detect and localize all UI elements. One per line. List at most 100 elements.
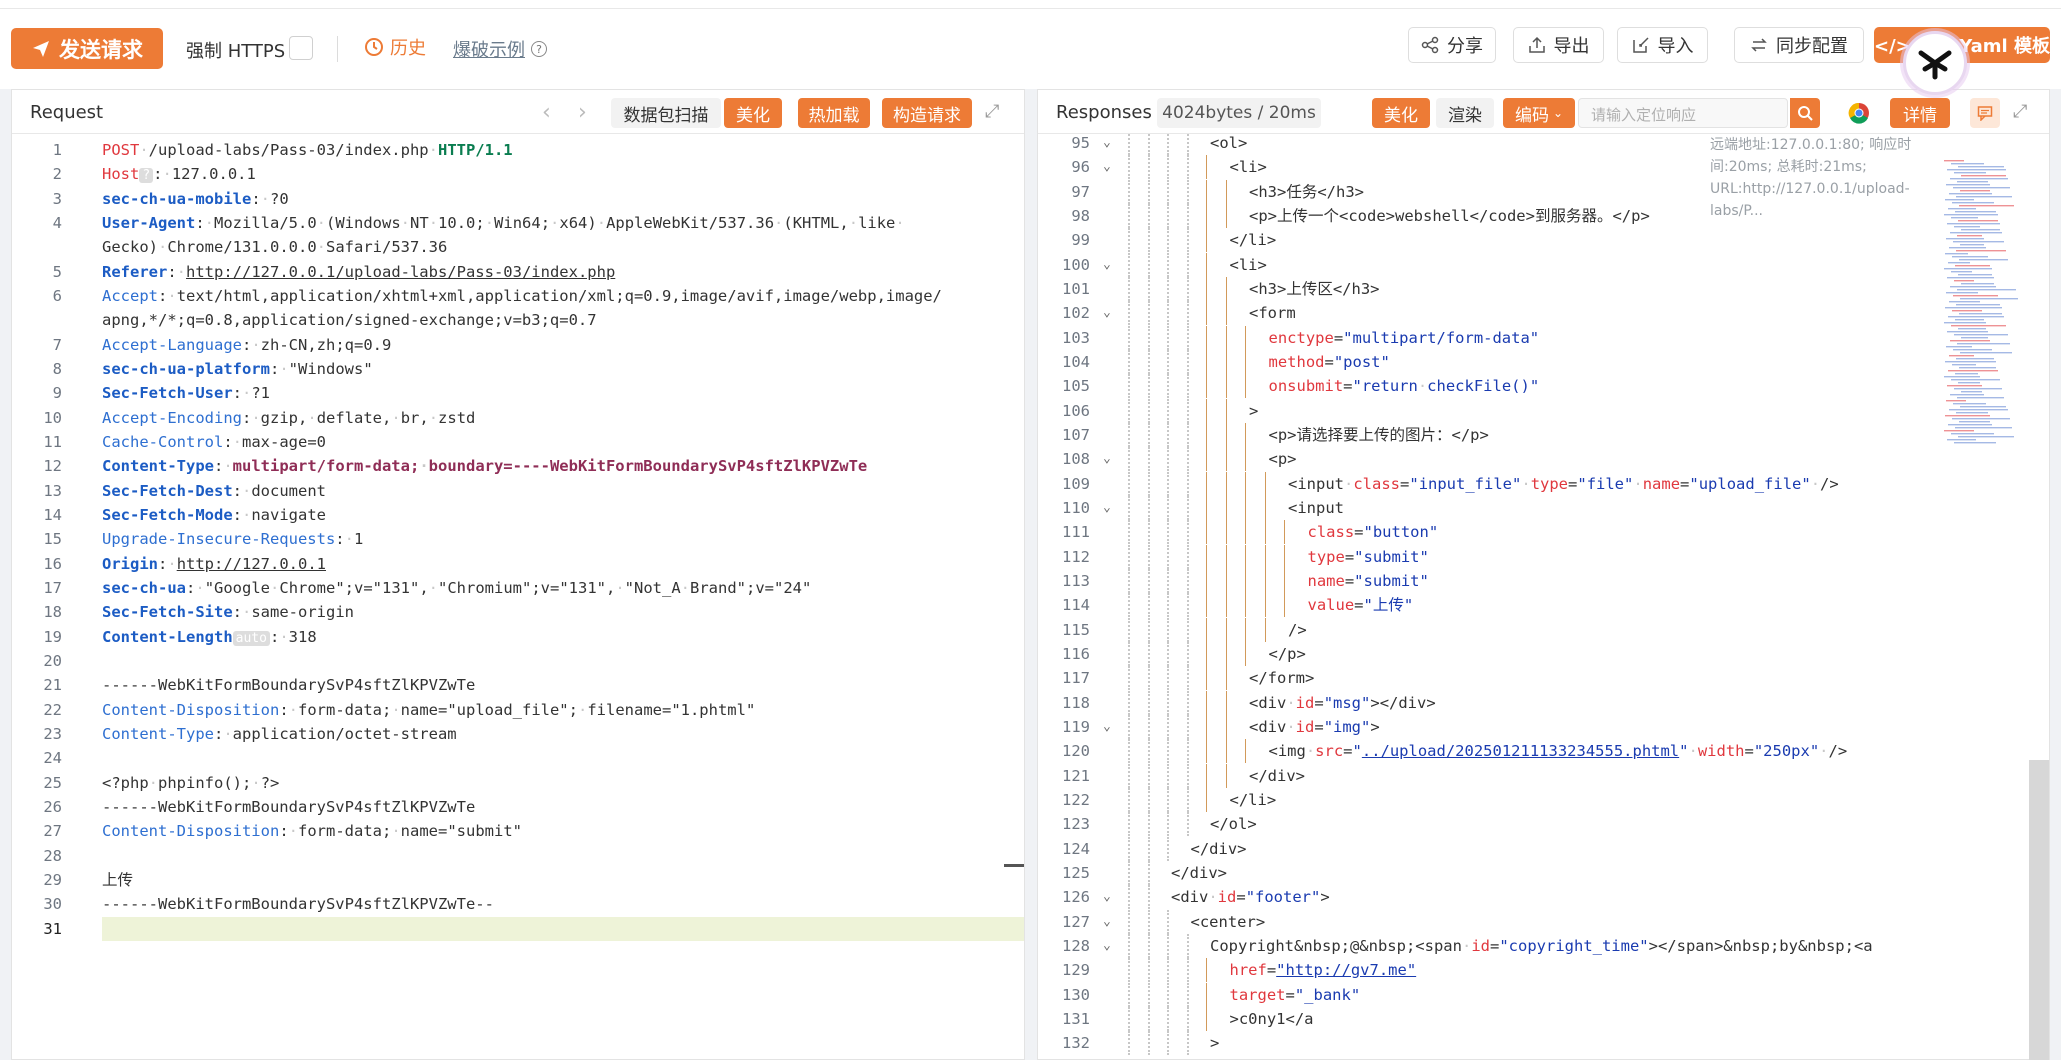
indent-guide [1186, 593, 1189, 618]
fold-toggle-icon[interactable]: ⌄ [1103, 885, 1117, 909]
request-line: 18 Sec-Fetch-Site:·same-origin [12, 600, 1024, 624]
brute-force-example-link[interactable]: 爆破示例 ? [453, 36, 547, 62]
fold-toggle-icon[interactable]: ⌄ [1103, 447, 1117, 471]
fold-toggle-icon[interactable]: ⌄ [1103, 910, 1117, 934]
response-line-text: >c0ny1</a [1229, 1009, 1314, 1028]
minimap-line [1944, 160, 1964, 162]
indent-guide [1128, 982, 1130, 1007]
indent-guide [1206, 252, 1207, 277]
force-https-checkbox[interactable] [289, 36, 313, 60]
request-line: 10 Accept-Encoding:·gzip,·deflate,·br,·zs… [12, 406, 1024, 430]
share-button[interactable]: 分享 [1408, 27, 1496, 63]
minimap-line [1956, 196, 2012, 198]
indent-guide [1128, 568, 1130, 593]
assistant-logo-icon[interactable] [1903, 31, 1967, 95]
import-button[interactable]: 导入 [1617, 27, 1708, 63]
code-minimap[interactable] [1940, 160, 2020, 450]
fold-toggle-icon[interactable]: ⌄ [1103, 496, 1117, 520]
response-line: 109 <input·class="input_file"·type="file"… [1038, 471, 2049, 496]
fold-toggle-icon[interactable]: ⌄ [1103, 134, 1117, 155]
minimap-line [1951, 433, 1994, 435]
fold-toggle-icon[interactable]: ⌄ [1103, 253, 1117, 277]
response-line-text: <li> [1229, 158, 1267, 177]
indent-guide [1128, 398, 1130, 423]
minimap-line [1957, 181, 1988, 183]
line-number: 24 [43, 749, 62, 768]
line-number: 110 [1062, 498, 1090, 517]
detail-button[interactable]: 详情 [1890, 98, 1950, 128]
indent-guide [1284, 520, 1285, 545]
send-request-button[interactable]: 发送请求 [11, 28, 163, 69]
search-button[interactable] [1790, 98, 1820, 128]
minimap-line [1953, 349, 1992, 351]
indent-guide [1167, 544, 1169, 569]
minimap-line [1958, 328, 1986, 330]
line-number: 31 [43, 919, 62, 938]
expand-icon[interactable]: ⤢ [985, 101, 999, 122]
response-line-text: <h3>上传区</h3> [1249, 279, 1380, 298]
sync-config-button[interactable]: 同步配置 [1734, 27, 1864, 63]
indent-guide [1186, 544, 1189, 569]
indent-guide [1206, 520, 1207, 545]
response-line: 122 </li> [1038, 787, 2049, 812]
minimap-line [1961, 337, 1988, 339]
indent-guide [1186, 617, 1189, 642]
export-button[interactable]: 导出 [1513, 27, 1604, 63]
response-line-text: <div·id="msg"></div> [1249, 693, 1436, 712]
encoding-dropdown[interactable]: 编码 ⌄ [1503, 98, 1575, 128]
export-icon [1528, 36, 1545, 53]
request-header: Request ‹ › 数据包扫描 美化 热加载 构造请求 ⤢ [12, 90, 1024, 134]
indent-guide [1167, 1031, 1169, 1056]
top-divider [0, 8, 2061, 9]
share-icon [1421, 36, 1439, 54]
request-line: 12 Content-Type:·multipart/form-data;·bou… [12, 454, 1024, 478]
minimap-line [1948, 424, 1992, 426]
indent-guide [1245, 739, 1246, 764]
fold-toggle-icon[interactable]: ⌄ [1103, 155, 1117, 179]
response-beautify-button[interactable]: 美化 [1372, 98, 1430, 128]
indent-guide [1147, 933, 1150, 958]
fold-toggle-icon[interactable]: ⌄ [1103, 301, 1117, 325]
comment-icon[interactable] [1970, 98, 2000, 128]
indent-guide [1147, 495, 1150, 520]
response-line: 114 value="上传" [1038, 593, 2049, 618]
indent-guide [1225, 179, 1227, 204]
minimap-line [1960, 298, 2018, 300]
send-icon [33, 40, 49, 57]
request-line: 6 Accept:·text/html,application/xhtml+xml… [12, 284, 1024, 308]
request-line-text: Accept-Language:·zh-CN,zh;q=0.9 [102, 335, 392, 354]
response-line-text: enctype="multipart/form-data" [1268, 328, 1540, 347]
packet-scan-button[interactable]: 数据包扫描 [611, 98, 721, 128]
forward-arrow-icon[interactable]: › [578, 100, 587, 125]
indent-guide [1206, 666, 1207, 691]
chrome-icon[interactable] [1848, 102, 1870, 124]
request-beautify-button[interactable]: 美化 [724, 98, 782, 128]
response-viewer[interactable]: 95 ⌄ <ol> 96 ⌄ <li> 97 <h3>任务</h3> 98 <p>上传一个<cod… [1038, 134, 2049, 1059]
minimap-line [1958, 436, 2014, 438]
response-expand-icon[interactable]: ⤢ [2013, 101, 2027, 122]
request-line: 31 [12, 917, 1024, 941]
minimap-line [1948, 370, 1998, 372]
back-arrow-icon[interactable]: ‹ [542, 100, 551, 125]
request-line: 29 上传 [12, 868, 1024, 892]
fold-toggle-icon[interactable]: ⌄ [1103, 715, 1117, 739]
build-request-button[interactable]: 构造请求 [882, 98, 972, 128]
line-number: 117 [1062, 669, 1090, 688]
indent-guide [1167, 933, 1169, 958]
line-number: 8 [52, 359, 62, 378]
request-line-text: Accept-Encoding:·gzip,·deflate,·br,·zstd [102, 408, 476, 427]
response-scrollbar[interactable] [2029, 760, 2049, 1060]
history-button[interactable]: 历史 [364, 34, 426, 60]
locate-response-input[interactable]: 请输入定位响应 [1578, 98, 1788, 128]
minimap-line [1948, 208, 1976, 210]
indent-guide [1186, 228, 1189, 253]
indent-guide [1167, 252, 1169, 277]
request-editor[interactable]: 1 POST·/upload-labs/Pass-03/index.php·HTT… [12, 134, 1024, 1059]
minimap-line [1947, 169, 2006, 171]
fold-toggle-icon[interactable]: ⌄ [1103, 934, 1117, 958]
render-button[interactable]: 渲染 [1436, 98, 1494, 128]
indent-guide [1147, 422, 1150, 447]
indent-guide [1128, 909, 1130, 934]
hot-load-button[interactable]: 热加载 [798, 98, 870, 128]
response-line-text: <input [1288, 498, 1344, 517]
